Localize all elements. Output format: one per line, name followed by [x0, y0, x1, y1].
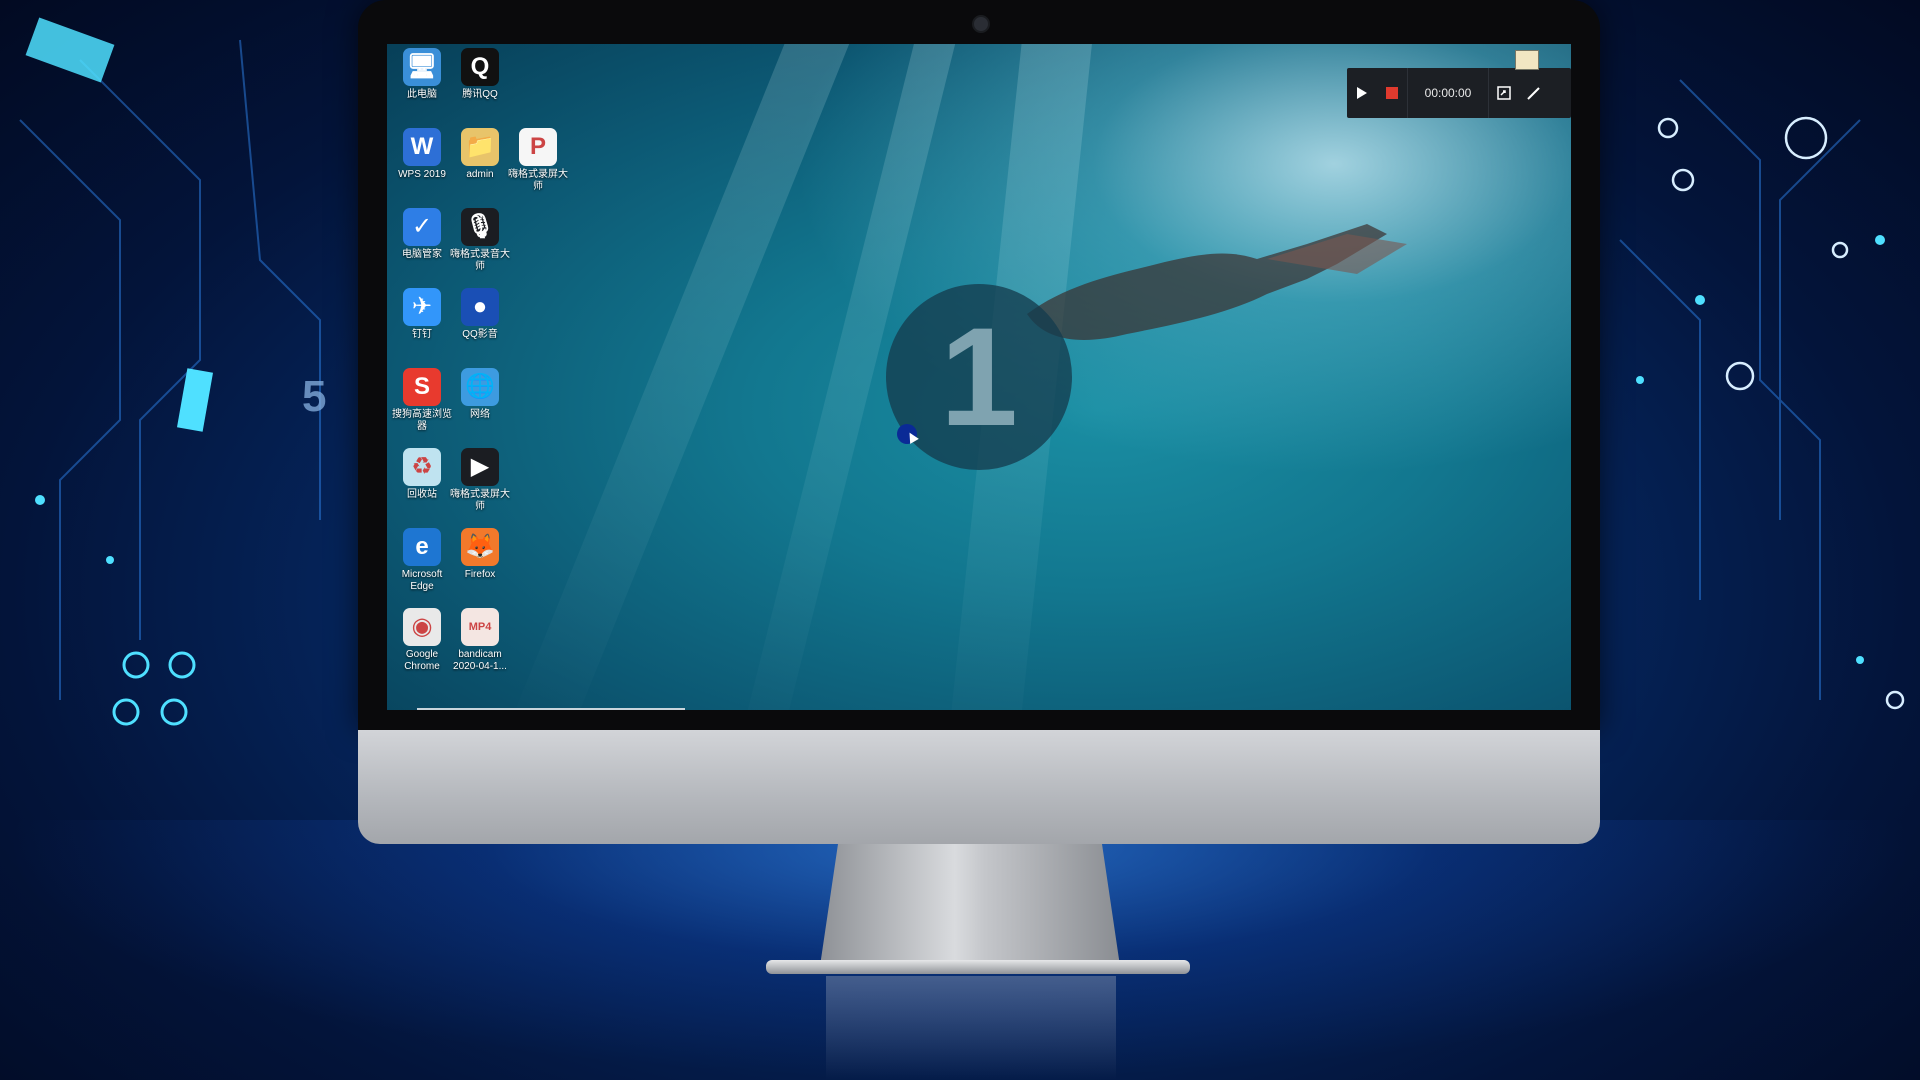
desktop-icon[interactable]: MP4 bandicam 2020-04-1...: [449, 608, 511, 678]
chrome-icon: ◉: [403, 608, 441, 646]
screenshot-icon: [1497, 86, 1511, 100]
firefox-icon: 🦊: [461, 528, 499, 566]
desktop-icon[interactable]: e Microsoft Edge: [391, 528, 453, 598]
recorder-toolbar: 00:00:00: [1347, 68, 1571, 118]
pen-button[interactable]: [1519, 68, 1549, 118]
monitor-stand: [820, 844, 1120, 966]
countdown-overlay: 1: [886, 284, 1072, 470]
computer-icon: 🖥: [403, 48, 441, 86]
camera-icon: [972, 15, 990, 33]
desktop-icon-label: 嗨格式录屏大师: [450, 489, 510, 512]
desktop-icon-label: 钉钉: [412, 329, 432, 340]
pen-icon: [1527, 87, 1540, 100]
desktop-icon[interactable]: ◉ Google Chrome: [391, 608, 453, 678]
dingtalk-icon: ✈: [403, 288, 441, 326]
desktop-icon-label: QQ影音: [462, 329, 498, 340]
desktop-icon-label: Firefox: [464, 569, 496, 580]
desktop-screen: 🖥 此电脑 Q 腾讯QQ W WPS 2019 📁 admin P 嗨格式录屏大师 ✓ 电脑管家 🎙 嗨格…: [387, 44, 1571, 710]
desktop-icon-label: 腾讯QQ: [462, 89, 498, 100]
desktop-icon[interactable]: ✈ 钉钉: [391, 288, 453, 358]
desktop-icon[interactable]: 🦊 Firefox: [449, 528, 511, 598]
desktop-icon-label: 嗨格式录屏大师: [508, 169, 568, 192]
taskbar-edge: [417, 708, 685, 710]
desktop-icon[interactable]: ✓ 电脑管家: [391, 208, 453, 278]
microphone-icon: 🎙: [461, 208, 499, 246]
sogou-browser-icon: S: [403, 368, 441, 406]
qq-player-icon: ●: [461, 288, 499, 326]
side-number: 5: [302, 372, 327, 421]
recycle-bin-icon: ♻: [403, 448, 441, 486]
play-icon: [1357, 87, 1367, 99]
desktop-icon[interactable]: S 搜狗高速浏览器: [391, 368, 453, 438]
monitor-stand-base: [766, 960, 1190, 974]
ppt-file-icon: P: [519, 128, 557, 166]
monitor-chin: [358, 730, 1600, 844]
desktop-icon[interactable]: P 嗨格式录屏大师: [507, 128, 569, 198]
desktop-icon[interactable]: ▶ 嗨格式录屏大师: [449, 448, 511, 518]
desktop-icon[interactable]: 🎙 嗨格式录音大师: [449, 208, 511, 278]
desktop-icon[interactable]: 📁 admin: [449, 128, 511, 198]
screen-recorder-icon: ▶: [461, 448, 499, 486]
desktop-icon-label: bandicam 2020-04-1...: [453, 649, 507, 672]
desktop-icon-label: admin: [466, 169, 494, 180]
stand-reflection: [826, 976, 1116, 1080]
tray-folder-icon[interactable]: [1515, 50, 1539, 70]
wps-icon: W: [403, 128, 441, 166]
desktop-icon[interactable]: 🖥 此电脑: [391, 48, 453, 118]
desktop-icon-label: WPS 2019: [398, 169, 446, 180]
stop-icon: [1386, 87, 1398, 99]
desktop-icon-label: 回收站: [407, 489, 437, 500]
mp4-file-icon: MP4: [461, 608, 499, 646]
desktop-icon-label: 搜狗高速浏览器: [392, 409, 452, 432]
desktop-icon-label: Microsoft Edge: [401, 569, 443, 592]
network-icon: 🌐: [461, 368, 499, 406]
shield-icon: ✓: [403, 208, 441, 246]
desktop-icon-label: 此电脑: [407, 89, 437, 100]
stop-button[interactable]: [1377, 68, 1407, 118]
edge-icon: e: [403, 528, 441, 566]
desktop-icon[interactable]: Q 腾讯QQ: [449, 48, 511, 118]
screenshot-button[interactable]: [1489, 68, 1519, 118]
play-button[interactable]: [1347, 68, 1377, 118]
desktop-icon-label: 嗨格式录音大师: [450, 249, 510, 272]
user-folder-icon: 📁: [461, 128, 499, 166]
desktop-icon-label: Google Chrome: [404, 649, 440, 672]
desktop-icon-label: 电脑管家: [402, 249, 442, 260]
qq-penguin-icon: Q: [461, 48, 499, 86]
desktop-icon[interactable]: ● QQ影音: [449, 288, 511, 358]
recording-timer: 00:00:00: [1424, 86, 1472, 100]
desktop-icon[interactable]: W WPS 2019: [391, 128, 453, 198]
desktop-icon[interactable]: 🌐 网络: [449, 368, 511, 438]
desktop-icon-label: 网络: [470, 409, 490, 420]
desktop-icon[interactable]: ♻ 回收站: [391, 448, 453, 518]
